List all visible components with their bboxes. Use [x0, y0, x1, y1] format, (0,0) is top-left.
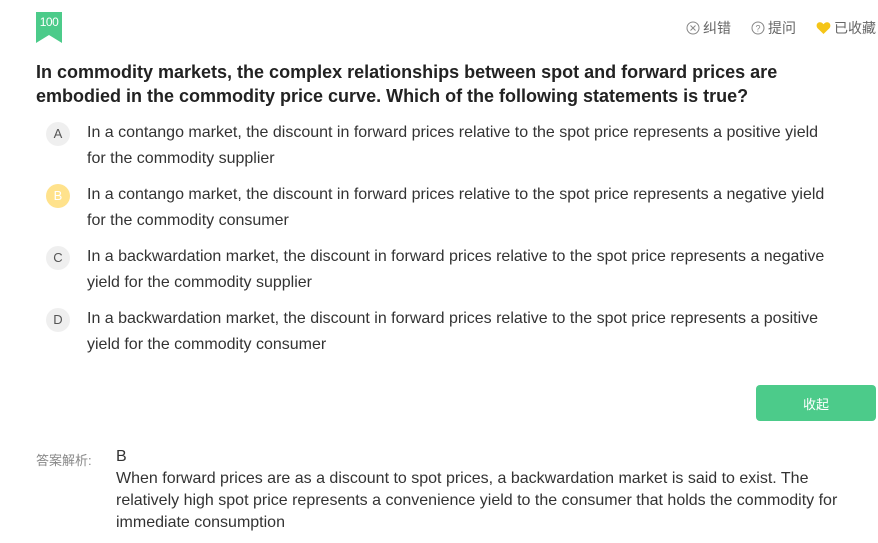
favorite-button[interactable]: 已收藏: [816, 18, 876, 38]
question-number-badge: 100: [36, 12, 62, 43]
question-text: In commodity markets, the complex relati…: [36, 62, 778, 106]
option-letter: A: [46, 122, 70, 146]
option-c[interactable]: C In a backwardation market, the discoun…: [46, 244, 846, 306]
favorite-label: 已收藏: [834, 20, 876, 36]
question-number: 100: [39, 15, 59, 29]
option-letter: D: [46, 308, 70, 332]
option-text: In a backwardation market, the discount …: [87, 310, 819, 353]
options-list: A In a contango market, the discount in …: [46, 120, 846, 368]
option-a[interactable]: A In a contango market, the discount in …: [46, 120, 846, 182]
svg-text:?: ?: [755, 24, 760, 34]
report-error-label: 纠错: [703, 20, 731, 36]
heart-icon: [816, 22, 831, 34]
option-text: In a backwardation market, the discount …: [87, 248, 825, 291]
analysis-label: 答案解析:: [36, 453, 92, 468]
report-error-button[interactable]: 纠错: [686, 18, 731, 38]
option-letter: C: [46, 246, 70, 270]
ask-question-label: 提问: [768, 20, 796, 36]
option-letter-selected: B: [46, 184, 70, 208]
option-b[interactable]: B In a contango market, the discount in …: [46, 182, 846, 244]
option-text: In a contango market, the discount in fo…: [87, 186, 825, 229]
option-d[interactable]: D In a backwardation market, the discoun…: [46, 306, 846, 368]
ask-question-button[interactable]: ? 提问: [751, 18, 796, 38]
analysis-answer: B: [116, 448, 127, 465]
collapse-button[interactable]: 收起: [756, 385, 876, 421]
option-text: In a contango market, the discount in fo…: [87, 124, 819, 167]
question-circle-icon: ?: [751, 21, 765, 35]
analysis-text: When forward prices are as a discount to…: [116, 470, 838, 531]
question-toolbar: 纠错 ? 提问 已收藏: [686, 18, 876, 38]
close-circle-icon: [686, 21, 700, 35]
